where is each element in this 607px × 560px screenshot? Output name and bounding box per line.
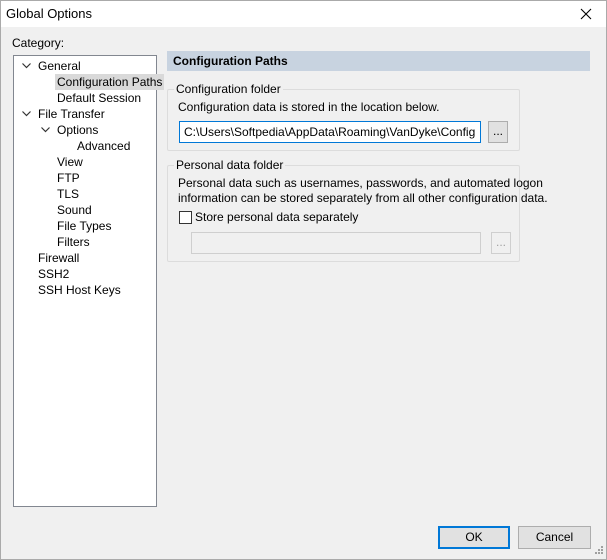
personal-data-path-input[interactable] bbox=[191, 232, 481, 254]
group-title: Configuration folder bbox=[174, 82, 283, 96]
tree-item-sound[interactable]: Sound bbox=[55, 202, 94, 218]
global-options-dialog: Global Options Category: General Configu… bbox=[0, 0, 607, 560]
tree-item-file-transfer[interactable]: File Transfer bbox=[36, 106, 107, 122]
tree-item-label: View bbox=[57, 155, 83, 169]
tree-item-ssh2[interactable]: SSH2 bbox=[36, 266, 71, 282]
tree-item-ftp[interactable]: FTP bbox=[55, 170, 82, 186]
tree-item-tls[interactable]: TLS bbox=[55, 186, 81, 202]
resize-grip-icon[interactable] bbox=[592, 545, 604, 557]
tree-item-general[interactable]: General bbox=[36, 58, 83, 74]
tree-item-label: File Transfer bbox=[38, 107, 105, 121]
configuration-folder-browse-button[interactable]: ... bbox=[488, 121, 508, 143]
tree-item-label: SSH2 bbox=[38, 267, 70, 281]
store-personal-data-checkbox[interactable] bbox=[179, 211, 192, 224]
tree-item-file-types[interactable]: File Types bbox=[55, 218, 113, 234]
title-bar: Global Options bbox=[1, 1, 606, 27]
tree-item-label: Firewall bbox=[38, 251, 80, 265]
cancel-button[interactable]: Cancel bbox=[518, 526, 591, 549]
tree-item-label: TLS bbox=[57, 187, 80, 201]
tree-item-label: Filters bbox=[57, 235, 90, 249]
tree-item-advanced[interactable]: Advanced bbox=[75, 138, 132, 154]
close-button[interactable] bbox=[566, 1, 606, 27]
tree-item-label: General bbox=[38, 59, 81, 73]
tree-item-label: Sound bbox=[57, 203, 92, 217]
store-personal-data-label[interactable]: Store personal data separately bbox=[195, 210, 358, 224]
tree-item-label: File Types bbox=[57, 219, 112, 233]
chevron-down-icon[interactable] bbox=[20, 58, 32, 74]
tree-item-label: Default Session bbox=[57, 91, 142, 105]
tree-item-ssh-host-keys[interactable]: SSH Host Keys bbox=[36, 282, 123, 298]
tree-item-filters[interactable]: Filters bbox=[55, 234, 92, 250]
chevron-down-icon[interactable] bbox=[39, 122, 51, 138]
tree-item-label: FTP bbox=[57, 171, 80, 185]
configuration-folder-path-input[interactable]: C:\Users\Softpedia\AppData\Roaming\VanDy… bbox=[179, 121, 481, 143]
window-title: Global Options bbox=[6, 6, 92, 21]
tree-item-view[interactable]: View bbox=[55, 154, 85, 170]
description-line: information can be stored separately fro… bbox=[178, 191, 548, 205]
personal-data-folder-description: Personal data such as usernames, passwor… bbox=[178, 176, 548, 206]
tree-item-firewall[interactable]: Firewall bbox=[36, 250, 81, 266]
section-header: Configuration Paths bbox=[167, 51, 590, 71]
category-label: Category: bbox=[12, 36, 65, 50]
configuration-folder-description: Configuration data is stored in the loca… bbox=[178, 100, 440, 114]
tree-item-options[interactable]: Options bbox=[55, 122, 100, 138]
ok-button[interactable]: OK bbox=[438, 526, 510, 549]
personal-data-browse-button[interactable]: ... bbox=[491, 232, 511, 254]
close-icon bbox=[580, 8, 592, 20]
description-line: Personal data such as usernames, passwor… bbox=[178, 176, 543, 190]
tree-item-label: Advanced bbox=[77, 139, 131, 153]
tree-item-label: SSH Host Keys bbox=[38, 283, 121, 297]
category-tree[interactable]: General Configuration Paths Default Sess… bbox=[13, 55, 165, 507]
chevron-down-icon[interactable] bbox=[20, 106, 32, 122]
tree-item-label: Options bbox=[57, 123, 99, 137]
tree-item-configuration-paths[interactable]: Configuration Paths bbox=[55, 74, 165, 90]
group-title: Personal data folder bbox=[174, 158, 286, 172]
tree-item-default-session[interactable]: Default Session bbox=[55, 90, 143, 106]
tree-item-label: Configuration Paths bbox=[55, 74, 165, 90]
